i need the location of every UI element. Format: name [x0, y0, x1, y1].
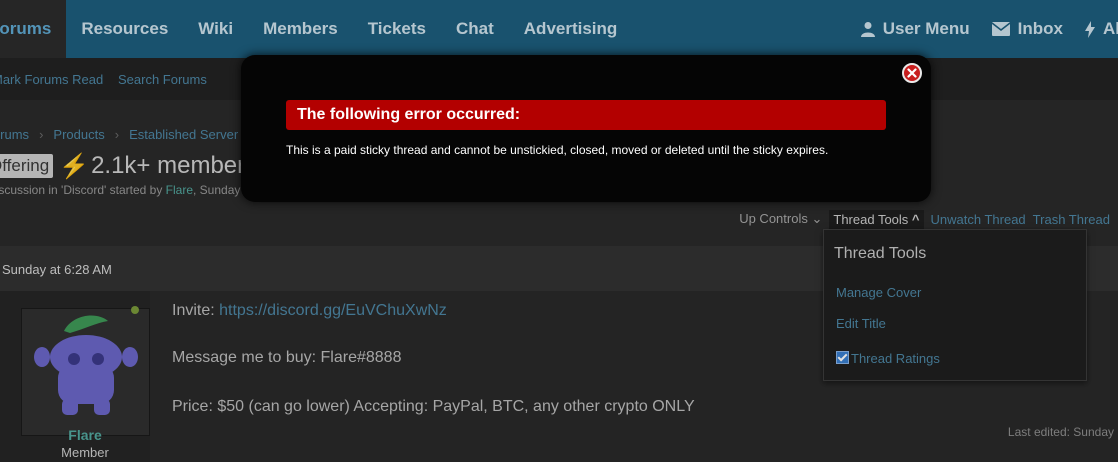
error-heading: The following error occurred: [286, 100, 886, 130]
invite-label: Invite: [172, 302, 215, 319]
inbox-button[interactable]: Inbox [991, 19, 1063, 39]
post-invite-line: Invite: https://discord.gg/EuVChuXwNz [172, 302, 447, 320]
post-buy-line: Message me to buy: Flare#8888 [172, 349, 402, 366]
tab-tickets[interactable]: Tickets [353, 0, 441, 58]
alerts-button[interactable]: Al [1085, 19, 1118, 39]
top-nav: Forums Resources Wiki Members Tickets Ch… [0, 0, 1118, 58]
breadcrumb-forums[interactable]: Forums [0, 127, 29, 142]
tab-label: Chat [456, 19, 494, 38]
tab-label: Wiki [198, 19, 234, 38]
bolt-icon [1085, 20, 1095, 38]
avatar-icon [34, 315, 138, 415]
tab-wiki[interactable]: Wiki [183, 0, 248, 58]
last-edited: Last edited: Sunday [1007, 425, 1114, 439]
up-controls-label: Up Controls [739, 211, 808, 226]
error-message: This is a paid sticky thread and cannot … [286, 143, 829, 157]
thread-prefix-badge: Offering [0, 154, 54, 178]
thread-meta-prefix: Discussion in 'Discord' started by [0, 183, 163, 197]
thread-ratings-label: Thread Ratings [851, 351, 940, 366]
tab-forums[interactable]: Forums [0, 0, 67, 58]
online-status-dot [131, 306, 139, 314]
thread-tools-menu-title: Thread Tools [834, 245, 927, 262]
tab-label: Forums [0, 19, 52, 38]
tab-label: Tickets [367, 19, 426, 38]
user-menu-button[interactable]: User Menu [860, 19, 970, 39]
post-price-line: Price: $50 (can go lower) Accepting: Pay… [172, 398, 695, 415]
tab-chat[interactable]: Chat [441, 0, 509, 58]
thread-meta-suffix: , Sunday [193, 183, 241, 197]
close-button[interactable] [902, 63, 922, 83]
trash-thread-link[interactable]: Trash Thread [1033, 212, 1110, 227]
alerts-label: Al [1103, 19, 1118, 38]
post-date: Sunday at 6:28 AM [2, 262, 112, 277]
invite-link[interactable]: https://discord.gg/EuVChuXwNz [219, 302, 447, 319]
breadcrumb-established-server[interactable]: Established Server [129, 127, 238, 142]
inbox-label: Inbox [1017, 19, 1063, 38]
post-author-name[interactable]: Flare [0, 427, 170, 443]
up-controls-button[interactable]: Up Controls ⌄ [739, 211, 822, 227]
user-menu-label: User Menu [882, 19, 970, 38]
breadcrumb: Forums › Products › Established Server [0, 127, 238, 142]
thread-tools-label: Thread Tools [833, 211, 909, 227]
avatar[interactable] [21, 308, 150, 436]
chevron-up-icon: ^ [911, 211, 920, 227]
post-author-role: Member [61, 445, 109, 460]
tab-advertising[interactable]: Advertising [509, 0, 633, 58]
tab-members[interactable]: Members [248, 0, 353, 58]
tab-label: Resources [81, 19, 169, 38]
thread-tools-button[interactable]: Thread Tools ^ [829, 209, 924, 229]
bolt-icon: ⚡ [59, 152, 90, 180]
thread-ratings-item[interactable]: Thread Ratings [836, 351, 940, 366]
breadcrumb-separator: › [114, 127, 120, 142]
thread-ratings-checkbox[interactable] [836, 351, 849, 364]
search-forums-link[interactable]: Search Forums [118, 72, 207, 87]
close-icon [907, 68, 917, 78]
envelope-icon [991, 22, 1010, 36]
unwatch-thread-link[interactable]: Unwatch Thread [931, 212, 1026, 227]
error-modal: The following error occurred: This is a … [241, 55, 931, 202]
manage-cover-item[interactable]: Manage Cover [836, 285, 921, 300]
breadcrumb-products[interactable]: Products [53, 127, 104, 142]
tab-label: Advertising [523, 19, 618, 38]
post-user-sidebar: Flare Member [0, 291, 150, 462]
chevron-down-icon: ⌄ [811, 211, 823, 226]
breadcrumb-separator: › [39, 127, 44, 142]
tab-resources[interactable]: Resources [66, 0, 183, 58]
thread-author-link[interactable]: Flare [166, 183, 193, 197]
tab-label: Members [263, 19, 338, 38]
user-icon [860, 22, 875, 37]
thread-meta: Discussion in 'Discord' started by Flare… [0, 183, 240, 197]
mark-forums-read-link[interactable]: Mark Forums Read [0, 72, 103, 87]
edit-title-item[interactable]: Edit Title [836, 316, 886, 331]
thread-tools-menu: Thread Tools Manage Cover Edit Title Thr… [823, 229, 1087, 381]
thread-controls: Up Controls ⌄ Thread Tools ^ Unwatch Thr… [732, 209, 1110, 229]
